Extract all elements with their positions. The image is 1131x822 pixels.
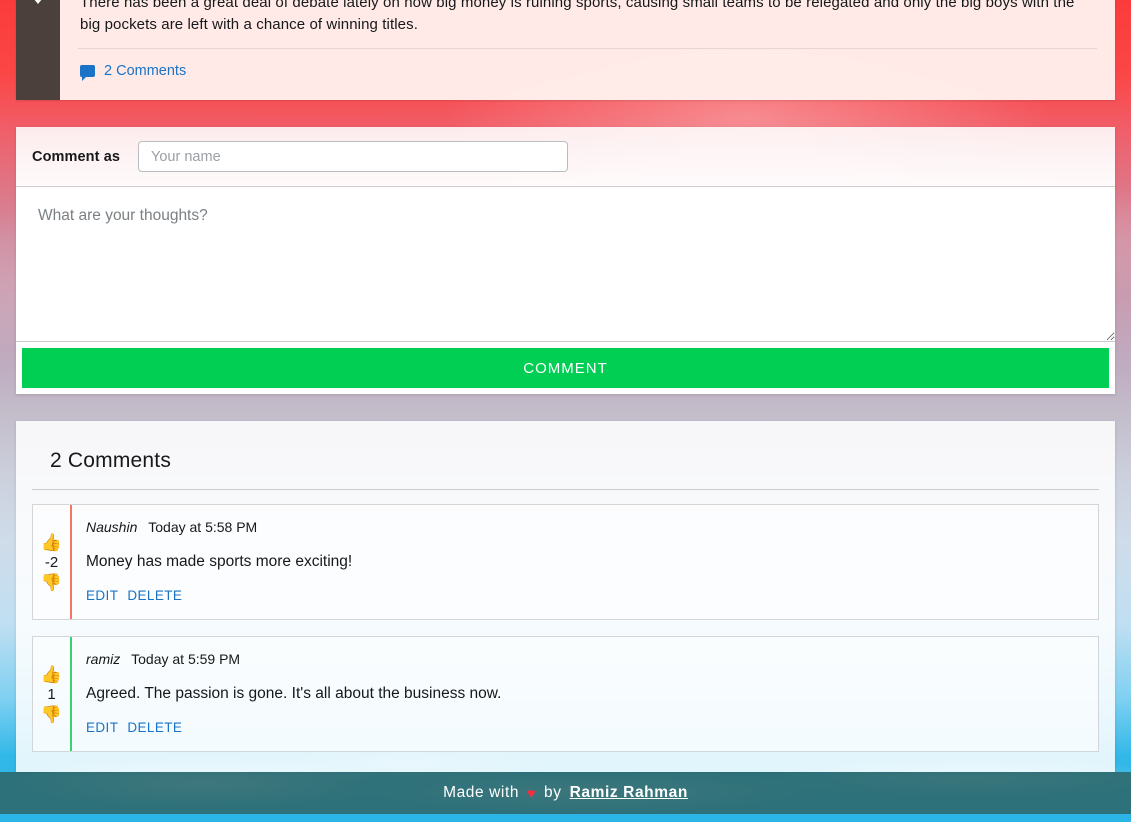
comment-content: Naushin Today at 5:58 PM Money has made … xyxy=(72,505,1098,619)
page-footer: Made with ♥ by Ramiz Rahman xyxy=(0,772,1131,814)
comment-author: Naushin xyxy=(86,519,138,535)
comment-form-card: Comment as COMMENT xyxy=(16,127,1115,394)
thumbs-up-icon[interactable]: 👍 xyxy=(41,533,62,552)
comment-timestamp: Today at 5:59 PM xyxy=(131,651,241,667)
post-footer: 2 Comments xyxy=(60,49,1115,93)
comment-content: ramiz Today at 5:59 PM Agreed. The passi… xyxy=(72,637,1098,751)
comment-actions: EDIT DELETE xyxy=(86,720,1080,735)
comments-card: 2 Comments 👍 -2 👎 Naushin Today at 5:58 … xyxy=(16,421,1115,772)
submit-button-wrapper: COMMENT xyxy=(16,342,1115,394)
post-vote-column[interactable] xyxy=(16,0,60,100)
submit-comment-button[interactable]: COMMENT xyxy=(22,348,1109,388)
comment-text: Money has made sports more exciting! xyxy=(86,553,353,570)
page-container: There has been a great deal of debate la… xyxy=(0,0,1131,772)
footer-by-text: by xyxy=(544,784,562,801)
comment-item: 👍 -2 👎 Naushin Today at 5:58 PM Money ha… xyxy=(32,504,1099,620)
edit-comment-link[interactable]: EDIT xyxy=(86,720,118,735)
comment-vote-score: -2 xyxy=(44,553,59,571)
comment-meta: Naushin Today at 5:58 PM xyxy=(86,519,1080,535)
delete-comment-link[interactable]: DELETE xyxy=(127,588,182,603)
thumbs-down-icon[interactable]: 👎 xyxy=(41,573,62,592)
comment-vote-score: 1 xyxy=(47,685,56,703)
comment-vote-box: 👍 -2 👎 xyxy=(33,505,70,619)
comment-text: Agreed. The passion is gone. It's all ab… xyxy=(86,685,502,702)
comment-meta: ramiz Today at 5:59 PM xyxy=(86,651,1080,667)
comment-author: ramiz xyxy=(86,651,121,667)
footer-author-link[interactable]: Ramiz Rahman xyxy=(570,784,688,802)
post-card: There has been a great deal of debate la… xyxy=(16,0,1115,100)
thumbs-down-icon[interactable]: 👎 xyxy=(41,705,62,724)
post-comments-link[interactable]: 2 Comments xyxy=(104,63,186,79)
post-text: There has been a great deal of debate la… xyxy=(80,0,1075,33)
comment-form-header: Comment as xyxy=(16,127,1115,187)
comment-timestamp: Today at 5:58 PM xyxy=(148,519,258,535)
edit-comment-link[interactable]: EDIT xyxy=(86,588,118,603)
heart-icon: ♥ xyxy=(527,785,537,801)
comment-vote-box: 👍 1 👎 xyxy=(33,637,70,751)
comment-item: 👍 1 👎 ramiz Today at 5:59 PM Agreed. The… xyxy=(32,636,1099,752)
delete-comment-link[interactable]: DELETE xyxy=(127,720,182,735)
name-input[interactable] xyxy=(138,141,569,172)
comment-actions: EDIT DELETE xyxy=(86,588,1080,603)
post-body: There has been a great deal of debate la… xyxy=(60,0,1115,100)
thoughts-textarea[interactable] xyxy=(16,187,1115,342)
comment-bubble-icon xyxy=(80,65,95,81)
comment-as-label: Comment as xyxy=(32,148,121,165)
comments-divider xyxy=(32,489,1099,490)
thumbs-up-icon[interactable]: 👍 xyxy=(41,665,62,684)
comments-heading: 2 Comments xyxy=(50,449,172,472)
downvote-arrow-icon[interactable] xyxy=(29,0,47,4)
footer-made-with-text: Made with xyxy=(443,784,520,801)
